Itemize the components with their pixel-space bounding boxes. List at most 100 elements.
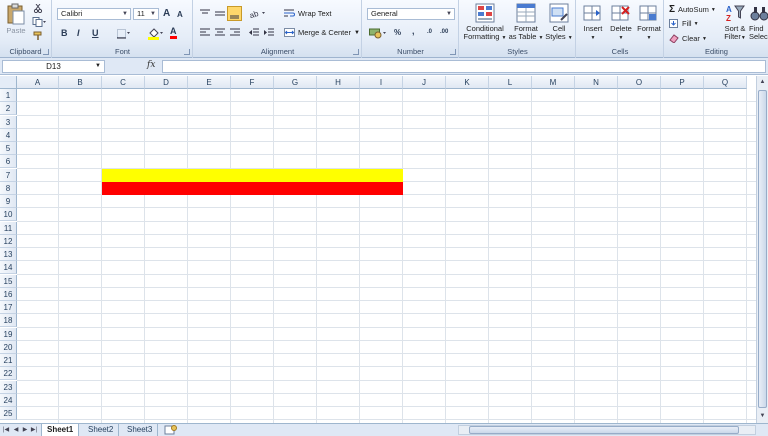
number-format-dropdown[interactable]: General ▼	[367, 8, 455, 20]
column-header-g[interactable]: G	[274, 76, 317, 89]
row-header-10[interactable]: 10	[0, 208, 17, 222]
align-center-icon[interactable]	[215, 28, 225, 37]
decrease-decimal-button[interactable]: .00	[440, 29, 448, 35]
formula-input[interactable]	[162, 60, 766, 73]
column-header-e[interactable]: E	[188, 76, 231, 89]
row-header-3[interactable]: 3	[0, 115, 17, 129]
next-sheet-icon[interactable]: ▶	[21, 425, 29, 435]
align-bottom-icon[interactable]	[227, 6, 242, 21]
column-header-c[interactable]: C	[102, 76, 145, 89]
row-header-12[interactable]: 12	[0, 234, 17, 248]
row-header-16[interactable]: 16	[0, 287, 17, 301]
column-header-b[interactable]: B	[59, 76, 102, 89]
shrink-font-button[interactable]: A	[177, 10, 183, 19]
column-header-n[interactable]: N	[575, 76, 618, 89]
column-header-m[interactable]: M	[532, 76, 575, 89]
vertical-scroll-thumb[interactable]	[758, 90, 767, 408]
row-header-4[interactable]: 4	[0, 128, 17, 142]
row-header-7[interactable]: 7	[0, 168, 17, 182]
first-sheet-icon[interactable]: |◀	[2, 425, 10, 435]
orientation-icon[interactable]: ab	[249, 8, 267, 18]
font-family-dropdown[interactable]: Calibri ▼	[57, 8, 131, 20]
select-all-corner[interactable]	[0, 76, 17, 89]
number-launcher-icon[interactable]	[450, 49, 456, 55]
row-header-6[interactable]: 6	[0, 155, 17, 169]
column-header-l[interactable]: L	[489, 76, 532, 89]
horizontal-scroll-thumb[interactable]	[469, 426, 739, 434]
wrap-text-button[interactable]: Wrap Text	[284, 9, 332, 18]
row-header-2[interactable]: 2	[0, 102, 17, 116]
row-header-8[interactable]: 8	[0, 181, 17, 195]
format-painter-icon[interactable]	[33, 31, 43, 41]
row-header-19[interactable]: 19	[0, 327, 17, 341]
align-top-icon[interactable]	[200, 9, 210, 18]
merge-center-button[interactable]: Merge & Center ▼	[284, 28, 360, 37]
row-header-14[interactable]: 14	[0, 261, 17, 275]
format-as-table-button[interactable]: Format as Table ▼	[508, 3, 544, 42]
name-box[interactable]: D13 ▼	[2, 60, 105, 73]
font-launcher-icon[interactable]	[184, 49, 190, 55]
row-header-18[interactable]: 18	[0, 314, 17, 328]
row-header-5[interactable]: 5	[0, 142, 17, 156]
currency-icon[interactable]	[369, 27, 389, 39]
vertical-scrollbar[interactable]: ▲ ▼	[756, 76, 768, 423]
column-header-a[interactable]: A	[17, 76, 59, 89]
italic-button[interactable]: I	[77, 28, 80, 38]
last-sheet-icon[interactable]: ▶|	[30, 425, 38, 435]
align-left-icon[interactable]	[200, 28, 210, 37]
fill-button[interactable]: Fill ▼	[669, 19, 699, 28]
row-header-1[interactable]: 1	[0, 89, 17, 103]
row-header-9[interactable]: 9	[0, 195, 17, 209]
grow-font-button[interactable]: A	[163, 8, 170, 19]
alignment-launcher-icon[interactable]	[353, 49, 359, 55]
column-header-k[interactable]: K	[446, 76, 489, 89]
cell-styles-button[interactable]: Cell Styles ▼	[544, 3, 574, 42]
clipboard-launcher-icon[interactable]	[43, 49, 49, 55]
delete-button[interactable]: Delete ▼	[607, 3, 635, 42]
conditional-formatting-button[interactable]: Conditional Formatting ▼	[462, 3, 508, 42]
increase-decimal-button[interactable]: .0	[427, 29, 432, 35]
column-header-i[interactable]: I	[360, 76, 403, 89]
row-header-25[interactable]: 25	[0, 407, 17, 421]
prev-sheet-icon[interactable]: ◀	[12, 425, 20, 435]
worksheet-grid[interactable]: A B C D E F G H I J K L M N O P Q 1 2 3 4 5 6 7 8 9 10 11 12 13 14 15 16…	[0, 76, 756, 423]
copy-icon[interactable]	[32, 17, 46, 27]
bold-button[interactable]: B	[61, 28, 68, 38]
column-header-j[interactable]: J	[403, 76, 446, 89]
font-size-dropdown[interactable]: 11 ▼	[133, 8, 159, 20]
sort-filter-button[interactable]: AZ Sort & Filter▼	[721, 3, 749, 42]
align-right-icon[interactable]	[230, 28, 240, 37]
sheet-tab-2[interactable]: Sheet2	[83, 424, 120, 436]
cut-icon[interactable]	[33, 4, 43, 13]
filled-cell-range-row-7[interactable]	[102, 168, 403, 182]
percent-button[interactable]: %	[394, 28, 401, 37]
row-header-11[interactable]: 11	[0, 221, 17, 235]
column-header-o[interactable]: O	[618, 76, 661, 89]
fill-color-icon[interactable]	[148, 27, 164, 40]
align-middle-icon[interactable]	[215, 9, 225, 18]
underline-button[interactable]: U	[92, 28, 99, 38]
column-header-f[interactable]: F	[231, 76, 274, 89]
row-header-21[interactable]: 21	[0, 354, 17, 368]
insert-button[interactable]: Insert ▼	[579, 3, 607, 42]
font-color-button[interactable]: A	[170, 26, 177, 39]
column-header-q[interactable]: Q	[704, 76, 747, 89]
row-header-22[interactable]: 22	[0, 367, 17, 381]
row-header-15[interactable]: 15	[0, 274, 17, 288]
sheet-tab-1[interactable]: Sheet1	[41, 424, 80, 436]
row-header-24[interactable]: 24	[0, 393, 17, 407]
clear-button[interactable]: Clear ▼	[669, 34, 707, 43]
scroll-up-icon[interactable]: ▲	[758, 77, 767, 88]
row-header-13[interactable]: 13	[0, 248, 17, 262]
decrease-indent-icon[interactable]	[249, 28, 259, 37]
sheet-tab-3[interactable]: Sheet3	[122, 424, 159, 436]
insert-sheet-icon[interactable]	[164, 425, 178, 435]
borders-icon[interactable]	[117, 29, 131, 39]
paste-button[interactable]: Paste	[3, 3, 29, 35]
row-header-23[interactable]: 23	[0, 380, 17, 394]
scroll-down-icon[interactable]: ▼	[758, 411, 767, 422]
horizontal-scrollbar[interactable]	[458, 425, 756, 435]
find-select-button[interactable]: Find Selec	[749, 3, 768, 41]
format-button[interactable]: Format ▼	[635, 3, 663, 42]
comma-button[interactable]: ,	[412, 26, 415, 36]
